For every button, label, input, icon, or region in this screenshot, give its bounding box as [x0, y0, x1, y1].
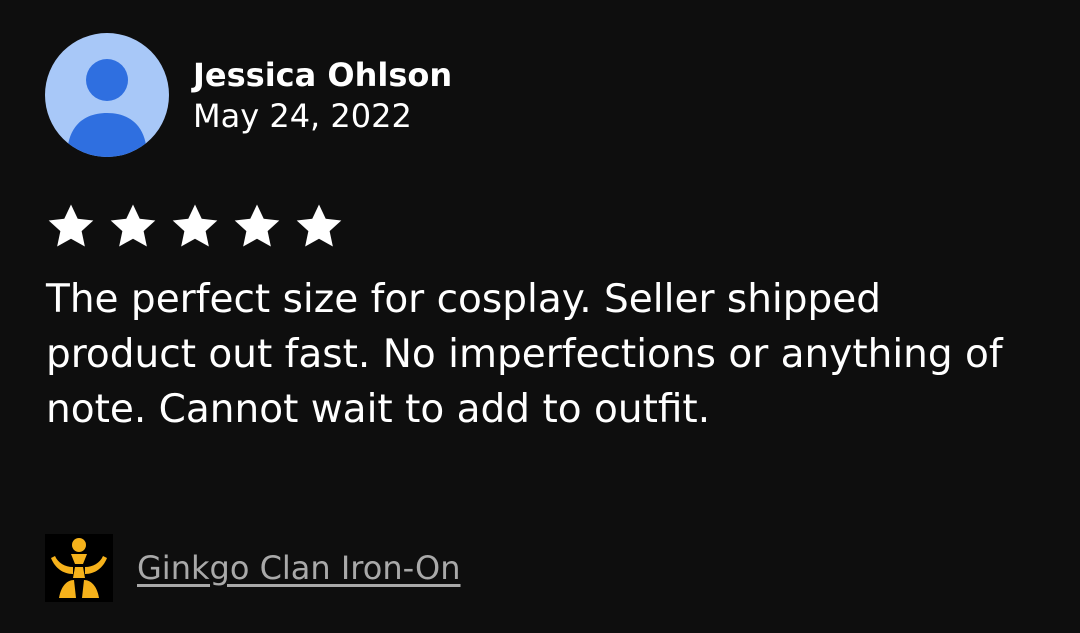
ginkgo-clan-emblem-icon	[51, 538, 107, 598]
default-user-avatar-icon	[67, 59, 147, 157]
star-icon	[107, 201, 159, 253]
star-icon	[293, 201, 345, 253]
review-date: May 24, 2022	[193, 97, 412, 135]
star-icon	[231, 201, 283, 253]
reviewer-name: Jessica Ohlson	[193, 56, 453, 94]
product-thumbnail[interactable]	[45, 534, 113, 602]
star-rating	[45, 201, 355, 253]
star-icon	[169, 201, 221, 253]
review-text: The perfect size for cosplay. Seller shi…	[46, 277, 1003, 432]
product-link[interactable]: Ginkgo Clan Iron-On	[137, 546, 461, 590]
reviewer-avatar[interactable]	[45, 33, 169, 157]
star-icon	[45, 201, 97, 253]
